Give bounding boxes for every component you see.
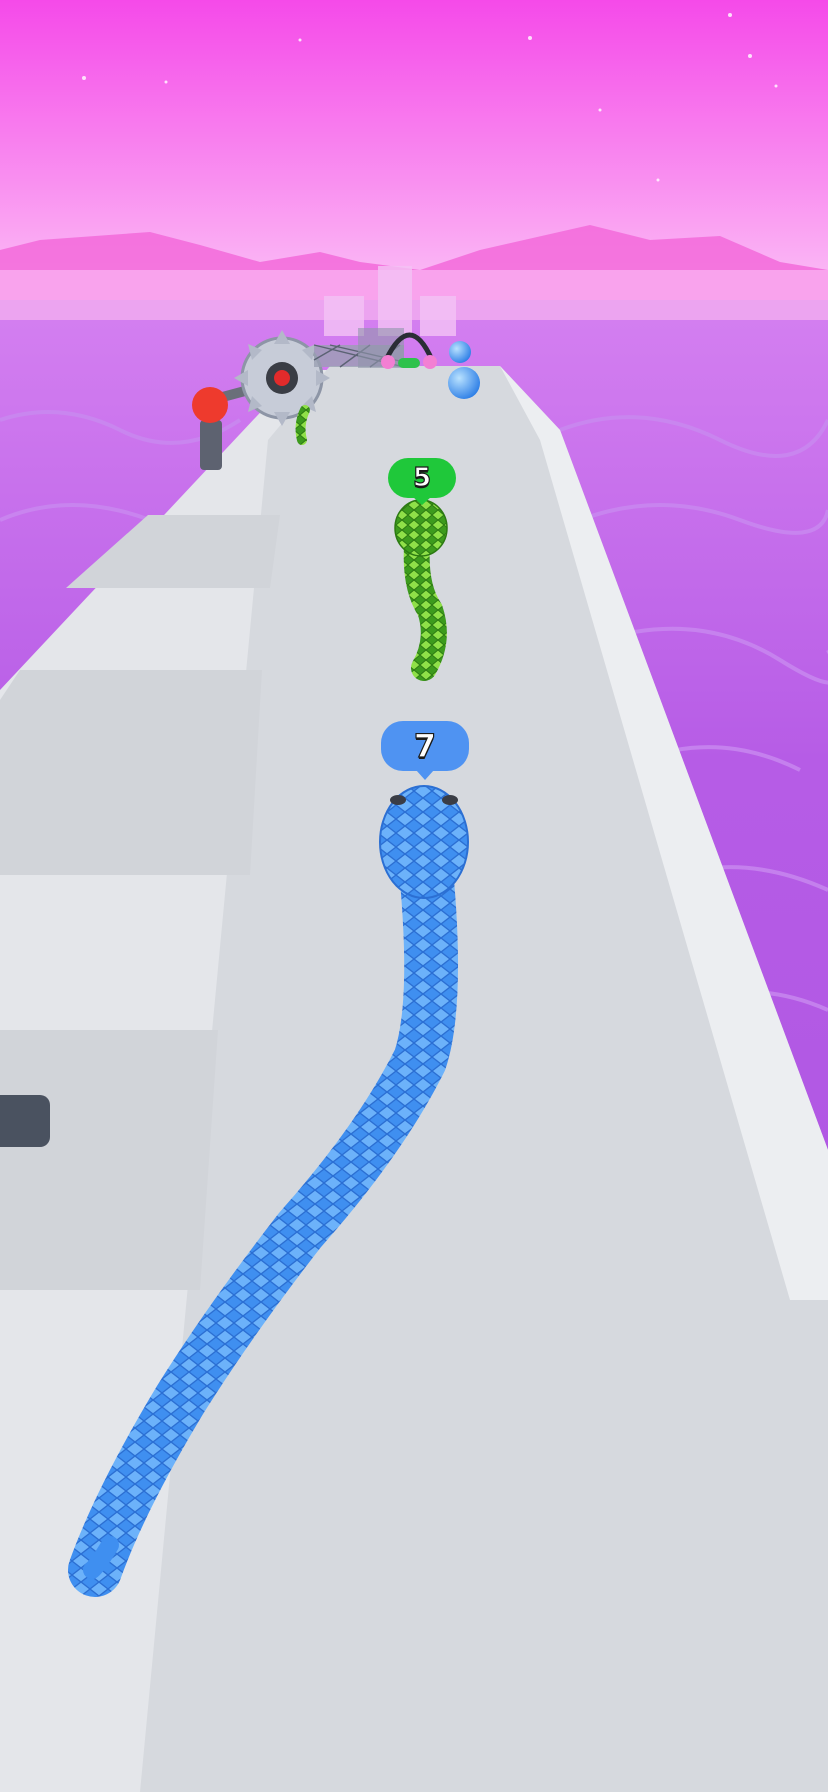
player-length-badge: 7	[381, 721, 469, 780]
blue-orb	[449, 341, 471, 363]
blue-orb	[448, 367, 480, 399]
distant-green-snake	[295, 405, 310, 445]
walkway-vent	[0, 1095, 50, 1147]
game-scene[interactable]	[0, 0, 828, 1792]
enemy-length-badge: 5	[388, 458, 456, 505]
